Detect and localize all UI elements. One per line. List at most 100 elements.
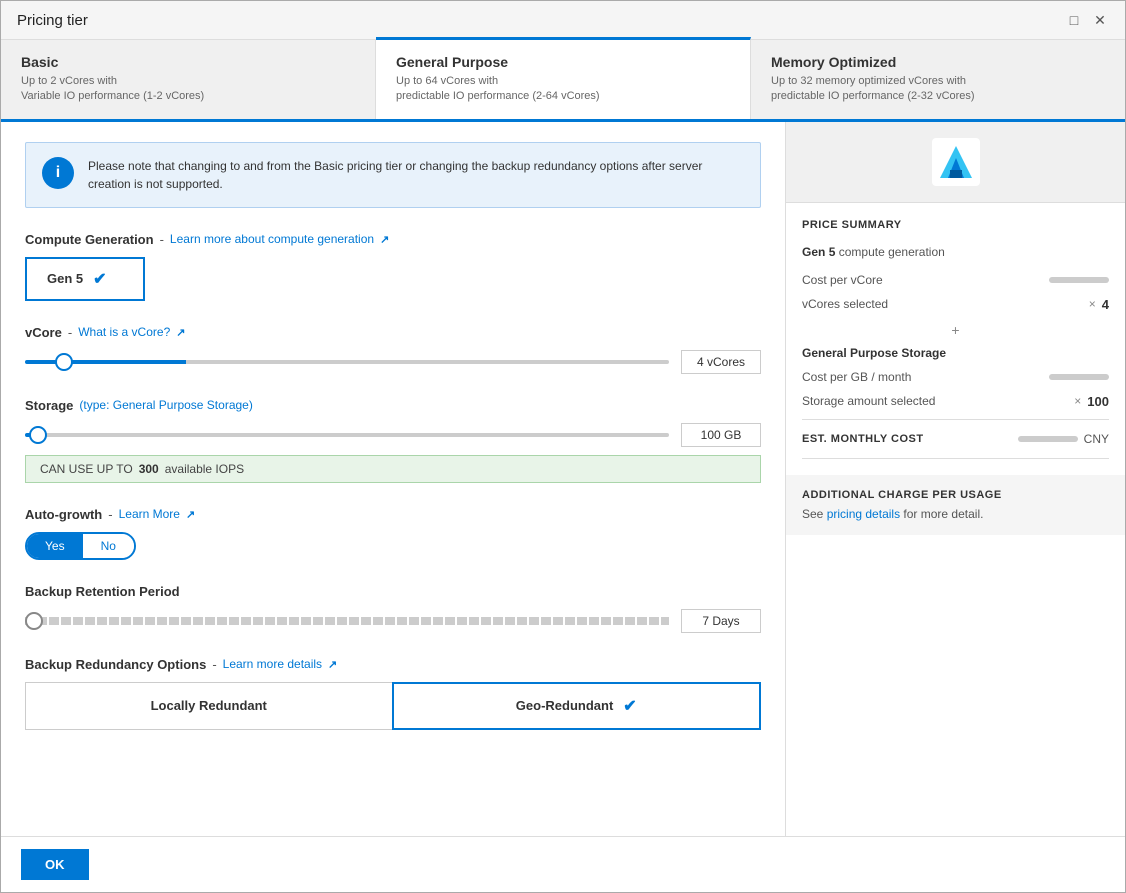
additional-charge-title: ADDITIONAL CHARGE PER USAGE (802, 489, 1109, 501)
autogrowth-label: Auto-growth - Learn More ↗ (25, 507, 761, 522)
close-button[interactable]: ✕ (1091, 11, 1109, 29)
compute-label: Compute Generation - Learn more about co… (25, 232, 761, 247)
autogrowth-external-icon: ↗ (186, 508, 195, 521)
iops-prefix: CAN USE UP TO (40, 462, 133, 476)
price-summary: PRICE SUMMARY Gen 5 compute generation C… (786, 203, 1125, 475)
iops-suffix: available IOPS (165, 462, 244, 476)
pricing-details-link[interactable]: pricing details (827, 507, 900, 521)
tab-basic-name: Basic (21, 54, 355, 70)
pricing-tier-window: Pricing tier □ ✕ Basic Up to 2 vCores wi… (0, 0, 1126, 893)
right-panel: PRICE SUMMARY Gen 5 compute generation C… (785, 122, 1125, 836)
price-plus-divider: + (802, 322, 1109, 338)
additional-charge-section: ADDITIONAL CHARGE PER USAGE See pricing … (786, 475, 1125, 535)
cost-per-gb-row: Cost per GB / month (802, 370, 1109, 384)
tab-gp-desc2: predictable IO performance (2-64 vCores) (396, 89, 730, 104)
backup-slider-container: 7 Days (25, 609, 761, 633)
minimize-button[interactable]: □ (1065, 11, 1083, 29)
compute-learn-more-link[interactable]: Learn more about compute generation (170, 232, 374, 246)
autogrowth-no-btn[interactable]: No (83, 534, 134, 558)
info-banner: i Please note that changing to and from … (25, 142, 761, 208)
storage-amount-value: 100 (1087, 394, 1109, 409)
tab-mo-desc2: predictable IO performance (2-32 vCores) (771, 89, 1105, 104)
product-logo (932, 138, 980, 186)
storage-amount-label: Storage amount selected (802, 394, 935, 408)
tab-basic-desc1: Up to 2 vCores with (21, 74, 355, 89)
gen-options: Gen 5 ✔ (25, 257, 761, 301)
redundancy-options: Locally Redundant Geo-Redundant ✔ (25, 682, 761, 730)
backup-retention-slider[interactable] (25, 617, 669, 625)
storage-slider[interactable] (25, 433, 669, 437)
storage-amount-row: Storage amount selected × 100 (802, 394, 1109, 409)
monthly-currency: CNY (1084, 432, 1109, 446)
vcore-link[interactable]: What is a vCore? (78, 325, 170, 339)
locally-redundant-btn[interactable]: Locally Redundant (25, 682, 392, 730)
price-gen-label: Gen 5 compute generation (802, 245, 1109, 259)
external-link-icon: ↗ (380, 233, 389, 246)
storage-section: Storage (type: General Purpose Storage) … (25, 398, 761, 483)
vcore-value: 4 vCores (681, 350, 761, 374)
vcore-slider-container: 4 vCores (25, 350, 761, 374)
tab-gp-desc1: Up to 64 vCores with (396, 74, 730, 89)
iops-bar: CAN USE UP TO 300 available IOPS (25, 455, 761, 483)
vcores-selected-row: vCores selected × 4 (802, 297, 1109, 312)
price-header (786, 122, 1125, 203)
monthly-cost-row: EST. MONTHLY COST CNY (802, 419, 1109, 459)
vcore-slider[interactable] (25, 360, 669, 364)
monthly-cost-pill (1018, 436, 1078, 442)
geo-redundant-check-icon: ✔ (623, 696, 636, 716)
compute-section: Compute Generation - Learn more about co… (25, 232, 761, 301)
tier-tabs: Basic Up to 2 vCores with Variable IO pe… (1, 40, 1125, 122)
cost-per-vcore-value (1049, 277, 1109, 283)
storage-value: 100 GB (681, 423, 761, 447)
info-icon: i (42, 157, 74, 189)
storage-type-label: (type: General Purpose Storage) (79, 398, 252, 412)
tab-basic[interactable]: Basic Up to 2 vCores with Variable IO pe… (1, 40, 376, 119)
ok-button[interactable]: OK (21, 849, 89, 880)
backup-retention-value: 7 Days (681, 609, 761, 633)
storage-label: Storage (type: General Purpose Storage) (25, 398, 761, 413)
title-bar: Pricing tier □ ✕ (1, 1, 1125, 40)
gen5-option[interactable]: Gen 5 ✔ (25, 257, 145, 301)
autogrowth-section: Auto-growth - Learn More ↗ Yes No (25, 507, 761, 560)
geo-redundant-btn[interactable]: Geo-Redundant ✔ (392, 682, 762, 730)
monthly-cost-label: EST. MONTHLY COST (802, 433, 924, 445)
autogrowth-toggle: Yes No (25, 532, 136, 560)
cost-per-vcore-row: Cost per vCore (802, 273, 1109, 287)
main-content: i Please note that changing to and from … (1, 122, 1125, 836)
info-text: Please note that changing to and from th… (88, 157, 744, 193)
vcore-label: vCore - What is a vCore? ↗ (25, 325, 761, 340)
vcore-external-icon: ↗ (176, 326, 185, 339)
vcores-selected-value: 4 (1102, 297, 1109, 312)
cost-per-gb-label: Cost per GB / month (802, 370, 911, 384)
backup-redundancy-section: Backup Redundancy Options - Learn more d… (25, 657, 761, 730)
price-summary-title: PRICE SUMMARY (802, 219, 1109, 231)
backup-retention-label: Backup Retention Period (25, 584, 761, 599)
bottom-bar: OK (1, 836, 1125, 892)
left-panel: i Please note that changing to and from … (1, 122, 785, 836)
tab-memory-optimized[interactable]: Memory Optimized Up to 32 memory optimiz… (751, 40, 1125, 119)
iops-value: 300 (139, 462, 159, 476)
vcore-section: vCore - What is a vCore? ↗ 4 vCores (25, 325, 761, 374)
window-controls: □ ✕ (1065, 11, 1109, 29)
gen5-label: Gen 5 (47, 271, 83, 286)
tab-mo-name: Memory Optimized (771, 54, 1105, 70)
tab-basic-desc2: Variable IO performance (1-2 vCores) (21, 89, 355, 104)
storage-section-title: General Purpose Storage (802, 346, 1109, 360)
backup-redundancy-label: Backup Redundancy Options - Learn more d… (25, 657, 761, 672)
gen5-check-icon: ✔ (93, 269, 106, 289)
vcores-selected-label: vCores selected (802, 297, 888, 311)
backup-redundancy-external-icon: ↗ (328, 658, 337, 671)
cost-per-gb-value (1049, 374, 1109, 380)
tab-gp-name: General Purpose (396, 54, 730, 70)
cost-per-vcore-label: Cost per vCore (802, 273, 883, 287)
backup-redundancy-link[interactable]: Learn more details (223, 657, 322, 671)
monthly-cost-value: CNY (1018, 432, 1109, 446)
additional-charge-text: See pricing details for more detail. (802, 507, 1109, 521)
tab-mo-desc1: Up to 32 memory optimized vCores with (771, 74, 1105, 89)
autogrowth-link[interactable]: Learn More (119, 507, 180, 521)
tab-general-purpose[interactable]: General Purpose Up to 64 vCores with pre… (376, 37, 751, 119)
autogrowth-yes-btn[interactable]: Yes (27, 534, 83, 558)
window-title: Pricing tier (17, 12, 88, 29)
backup-retention-section: Backup Retention Period 7 Days (25, 584, 761, 633)
storage-slider-container: 100 GB (25, 423, 761, 447)
